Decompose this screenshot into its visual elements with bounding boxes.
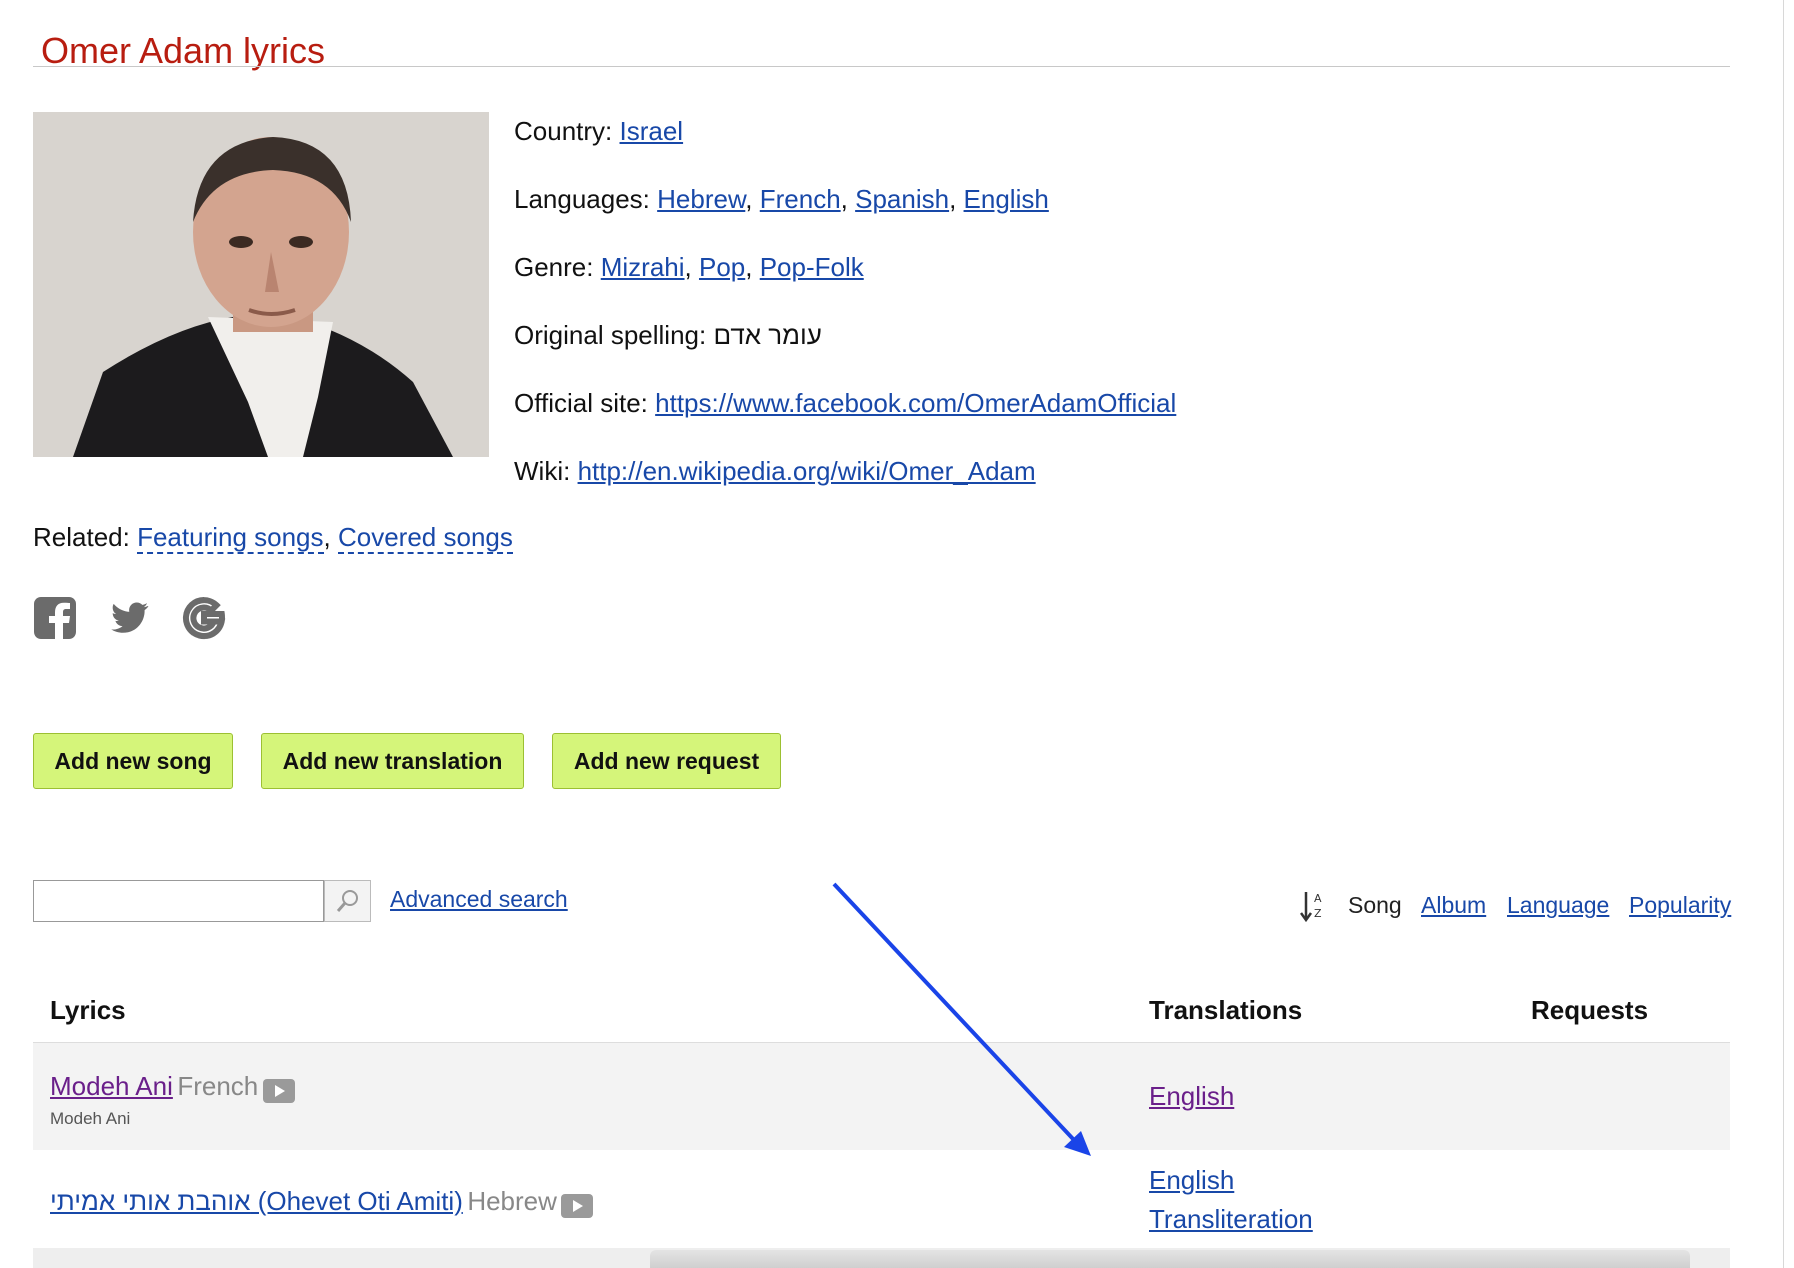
annotation-arrow [832, 882, 1091, 1156]
